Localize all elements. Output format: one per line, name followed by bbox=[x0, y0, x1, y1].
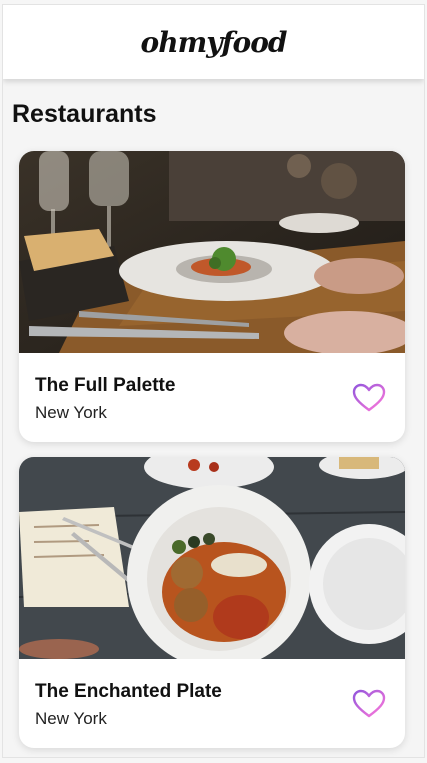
restaurant-name[interactable]: The Enchanted Plate bbox=[35, 681, 222, 703]
ohmyfood-logo[interactable]: ohmyfood bbox=[141, 26, 288, 59]
heart-outline-icon bbox=[352, 383, 386, 412]
favorite-button[interactable] bbox=[352, 383, 386, 413]
page-title: Restaurants bbox=[12, 100, 157, 128]
restaurant-info-enchanted-plate: The Enchanted Plate New York bbox=[19, 659, 405, 748]
restaurant-card-full-palette[interactable]: The Full Palette New York bbox=[19, 151, 405, 442]
restaurant-info-full-palette: The Full Palette New York bbox=[19, 353, 405, 442]
app-frame: ohmyfood Restaurants The Full Palette Ne… bbox=[2, 4, 425, 758]
restaurant-card-enchanted-plate[interactable]: The Enchanted Plate New York bbox=[19, 457, 405, 748]
restaurant-photo-full-palette bbox=[19, 151, 405, 353]
restaurant-photo-enchanted-plate bbox=[19, 457, 405, 659]
restaurant-name[interactable]: The Full Palette bbox=[35, 375, 175, 397]
restaurant-location: New York bbox=[35, 709, 107, 728]
heart-outline-icon bbox=[352, 689, 386, 718]
app-header: ohmyfood bbox=[3, 5, 424, 79]
restaurant-location: New York bbox=[35, 403, 107, 422]
favorite-button[interactable] bbox=[352, 689, 386, 719]
